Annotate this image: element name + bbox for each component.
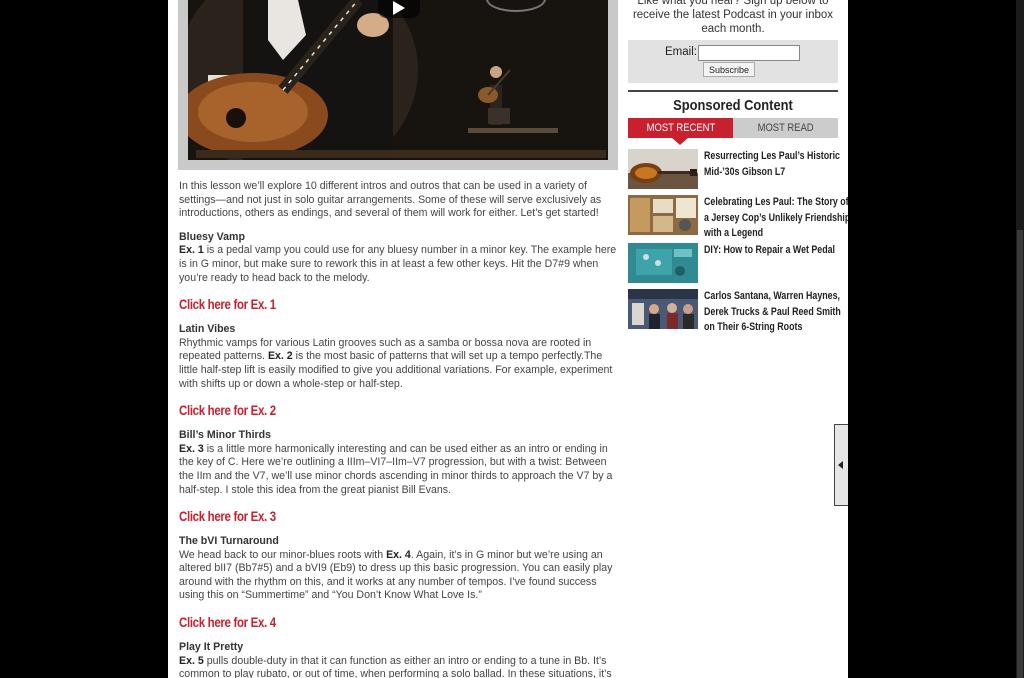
section-latin-vibes: Latin Vibes Rhythmic vamps for various L… bbox=[179, 323, 619, 419]
podcast-signup-text: Like what you hear? Sign up below to rec… bbox=[632, 0, 834, 35]
tab-label: MOST READ bbox=[757, 122, 814, 134]
play-button[interactable] bbox=[378, 0, 420, 18]
news-title[interactable]: DIY: How to Repair a Wet Pedal bbox=[704, 243, 848, 259]
subscribe-button[interactable]: Subscribe bbox=[703, 62, 755, 77]
video-frame[interactable] bbox=[188, 0, 608, 160]
news-title[interactable]: Carlos Santana, Warren Haynes, Derek Tru… bbox=[704, 289, 848, 336]
news-title[interactable]: Resurrecting Les Paul’s Historic Mid-’30… bbox=[704, 149, 848, 180]
news-list: Resurrecting Les Paul’s Historic Mid-’30… bbox=[628, 149, 848, 335]
example-3-link[interactable]: Click here for Ex. 3 bbox=[179, 507, 540, 525]
side-panel-toggle[interactable] bbox=[834, 424, 848, 506]
divider bbox=[628, 90, 838, 92]
photos-thumbnail-image bbox=[628, 195, 698, 235]
section-text: We head back to our minor-blues roots wi… bbox=[179, 549, 619, 603]
video-still-figures bbox=[188, 0, 608, 160]
chevron-left-icon bbox=[838, 461, 843, 469]
scrollbar[interactable] bbox=[1016, 0, 1024, 678]
play-icon bbox=[393, 1, 405, 15]
news-thumbnail[interactable] bbox=[628, 149, 698, 189]
example-label: Ex. 3 bbox=[179, 442, 204, 455]
email-field[interactable] bbox=[698, 45, 800, 61]
section-bvi-turnaround: The bVI Turnaround We head back to our m… bbox=[179, 535, 619, 631]
sidebar: Like what you hear? Sign up below to rec… bbox=[628, 0, 848, 335]
section-heading: Latin Vibes bbox=[179, 323, 236, 336]
email-label: Email: bbox=[665, 46, 697, 58]
news-thumbnail[interactable] bbox=[628, 195, 698, 235]
section-text: Rhythmic vamps for various Latin grooves… bbox=[179, 337, 619, 391]
page-content: In this lesson we’ll explore 10 differen… bbox=[168, 0, 848, 678]
scrollbar-thumb[interactable] bbox=[1017, 230, 1023, 678]
pedal-thumbnail-image bbox=[628, 243, 698, 283]
example-label: Ex. 5 bbox=[179, 654, 204, 667]
section-text-after: is a little more harmonically interestin… bbox=[179, 442, 613, 496]
example-4-link[interactable]: Click here for Ex. 4 bbox=[179, 613, 540, 631]
section-text: Ex. 3 is a little more harmonically inte… bbox=[179, 443, 619, 497]
example-1-link[interactable]: Click here for Ex. 1 bbox=[179, 295, 540, 313]
example-label: Ex. 1 bbox=[179, 244, 204, 257]
section-heading: Bill’s Minor Thirds bbox=[179, 429, 272, 442]
news-item[interactable]: Resurrecting Les Paul’s Historic Mid-’30… bbox=[628, 149, 840, 195]
signup-form: Email: Subscribe bbox=[628, 40, 838, 83]
section-heading: Bluesy Vamp bbox=[179, 230, 245, 243]
content-tabs: MOST RECENT MOST READ bbox=[628, 118, 838, 145]
guitarists-thumbnail-image bbox=[628, 289, 698, 329]
section-bluesy-vamp: Bluesy Vamp Ex. 1 is a pedal vamp you co… bbox=[179, 231, 619, 313]
sponsored-content-heading: Sponsored Content bbox=[673, 97, 793, 114]
news-title[interactable]: Celebrating Les Paul: The Story of a Jer… bbox=[704, 195, 848, 242]
example-label: Ex. 4 bbox=[386, 548, 411, 561]
news-thumbnail[interactable] bbox=[628, 289, 698, 329]
news-item[interactable]: Carlos Santana, Warren Haynes, Derek Tru… bbox=[628, 289, 841, 335]
example-label: Ex. 2 bbox=[267, 350, 293, 363]
video-player[interactable] bbox=[178, 0, 618, 170]
section-text: Ex. 5 pulls double-duty in that it can f… bbox=[179, 655, 619, 678]
intro-paragraph: In this lesson we’ll explore 10 differen… bbox=[179, 180, 602, 220]
tab-most-read[interactable]: MOST READ bbox=[733, 118, 838, 138]
section-text: Ex. 1 is a pedal vamp you could use for … bbox=[179, 244, 619, 285]
news-item[interactable]: DIY: How to Repair a Wet Pedal bbox=[628, 243, 838, 289]
example-2-link[interactable]: Click here for Ex. 2 bbox=[179, 401, 540, 419]
tab-label: MOST RECENT bbox=[646, 122, 715, 134]
section-minor-thirds: Bill’s Minor Thirds Ex. 3 is a little mo… bbox=[179, 429, 619, 525]
section-text-after: is a pedal vamp you could use for any bl… bbox=[179, 244, 617, 284]
news-thumbnail[interactable] bbox=[628, 243, 698, 283]
section-play-it-pretty: Play It Pretty Ex. 5 pulls double-duty i… bbox=[179, 641, 619, 678]
section-heading: Play It Pretty bbox=[179, 641, 244, 654]
guitar-thumbnail-image bbox=[628, 149, 698, 189]
section-text-before: We head back to our minor-blues roots wi… bbox=[179, 548, 387, 561]
section-heading: The bVI Turnaround bbox=[179, 535, 279, 548]
section-text-after: pulls double-duty in that it can functio… bbox=[179, 654, 612, 678]
article-body: In this lesson we’ll explore 10 differen… bbox=[179, 180, 619, 678]
tab-most-recent[interactable]: MOST RECENT bbox=[628, 118, 733, 145]
news-item[interactable]: Celebrating Les Paul: The Story of a Jer… bbox=[628, 195, 848, 243]
active-tab-pointer bbox=[672, 138, 688, 145]
